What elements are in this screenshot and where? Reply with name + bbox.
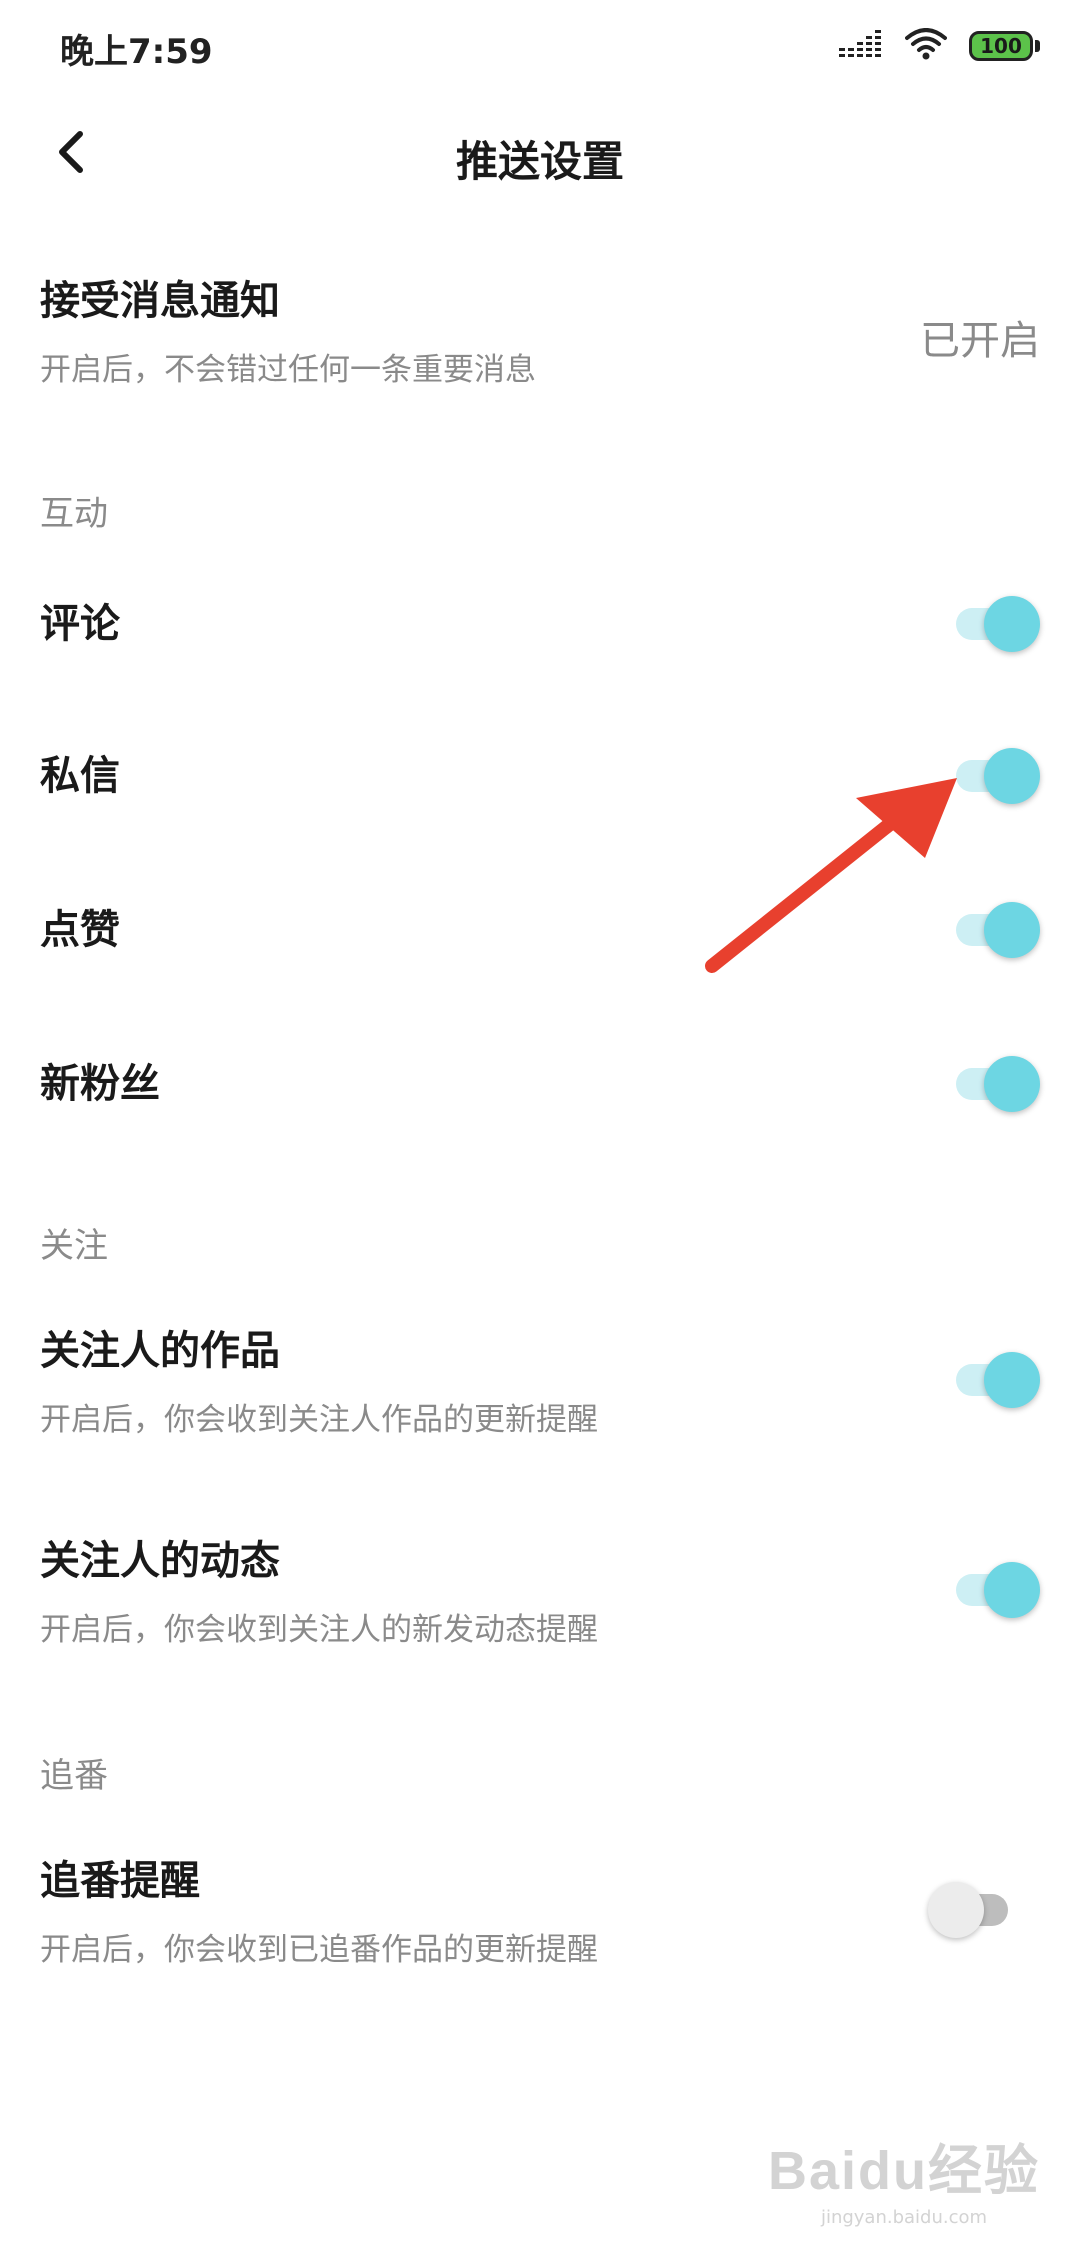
toggle-subtitle-bangumi-reminder: 开启后，你会收到已追番作品的更新提醒	[40, 1932, 598, 1968]
switch-thumb	[984, 596, 1040, 652]
toggle-label-new-fans: 新粉丝	[40, 1061, 160, 1107]
receive-notifications-status: 已开启	[920, 318, 1040, 364]
section-header-bangumi: 追番	[40, 1756, 108, 1796]
toggle-row-like: 点赞	[40, 902, 1040, 958]
watermark: Baidu经验 jingyan.baidu.com	[768, 2126, 1040, 2228]
like-switch[interactable]	[948, 902, 1040, 958]
switch-thumb	[984, 748, 1040, 804]
switch-thumb	[984, 1056, 1040, 1112]
signal-icon	[839, 28, 883, 64]
private-message-switch[interactable]	[948, 748, 1040, 804]
switch-thumb	[984, 902, 1040, 958]
watermark-logo: Baidu经验	[767, 2141, 1040, 2201]
toggle-label-comment: 评论	[40, 601, 120, 647]
toggle-row-followed-updates: 关注人的动态 开启后，你会收到关注人的新发动态提醒	[40, 1528, 1040, 1658]
wifi-icon	[905, 28, 947, 64]
receive-notifications-row[interactable]: 接受消息通知 开启后，不会错过任何一条重要消息 已开启	[40, 268, 1040, 398]
status-time: 晚上7:59	[60, 32, 213, 72]
receive-notifications-subtitle: 开启后，不会错过任何一条重要消息	[40, 352, 536, 388]
bangumi-reminder-switch[interactable]	[928, 1882, 1020, 1938]
toggle-label-bangumi-reminder: 追番提醒	[40, 1858, 200, 1904]
followed-works-switch[interactable]	[948, 1352, 1040, 1408]
toggle-subtitle-followed-updates: 开启后，你会收到关注人的新发动态提醒	[40, 1612, 598, 1648]
toggle-row-bangumi-reminder: 追番提醒 开启后，你会收到已追番作品的更新提醒	[40, 1848, 1040, 1978]
section-header-follow: 关注	[40, 1226, 108, 1266]
followed-updates-switch[interactable]	[948, 1562, 1040, 1618]
toggle-row-comment: 评论	[40, 596, 1040, 652]
receive-notifications-title: 接受消息通知	[40, 278, 280, 324]
watermark-url: jingyan.baidu.com	[820, 2207, 988, 2228]
toggle-label-followed-works: 关注人的作品	[40, 1328, 280, 1374]
switch-thumb	[984, 1562, 1040, 1618]
toggle-label-private-message: 私信	[40, 753, 120, 799]
status-icons: 100	[839, 28, 1040, 64]
toggle-subtitle-followed-works: 开启后，你会收到关注人作品的更新提醒	[40, 1402, 598, 1438]
switch-thumb	[984, 1352, 1040, 1408]
toggle-row-new-fans: 新粉丝	[40, 1056, 1040, 1112]
toggle-row-private-message: 私信	[40, 748, 1040, 804]
battery-icon: 100	[969, 31, 1040, 61]
comment-switch[interactable]	[948, 596, 1040, 652]
toggle-label-like: 点赞	[40, 907, 120, 953]
page-title: 推送设置	[455, 137, 624, 186]
nav-bar: 推送设置	[0, 100, 1080, 210]
toggle-row-followed-works: 关注人的作品 开启后，你会收到关注人作品的更新提醒	[40, 1318, 1040, 1448]
battery-level: 100	[969, 31, 1033, 61]
status-bar: 晚上7:59 100	[0, 0, 1080, 96]
new-fans-switch[interactable]	[948, 1056, 1040, 1112]
section-header-interaction: 互动	[40, 494, 108, 534]
toggle-label-followed-updates: 关注人的动态	[40, 1538, 280, 1584]
switch-thumb	[928, 1882, 984, 1938]
